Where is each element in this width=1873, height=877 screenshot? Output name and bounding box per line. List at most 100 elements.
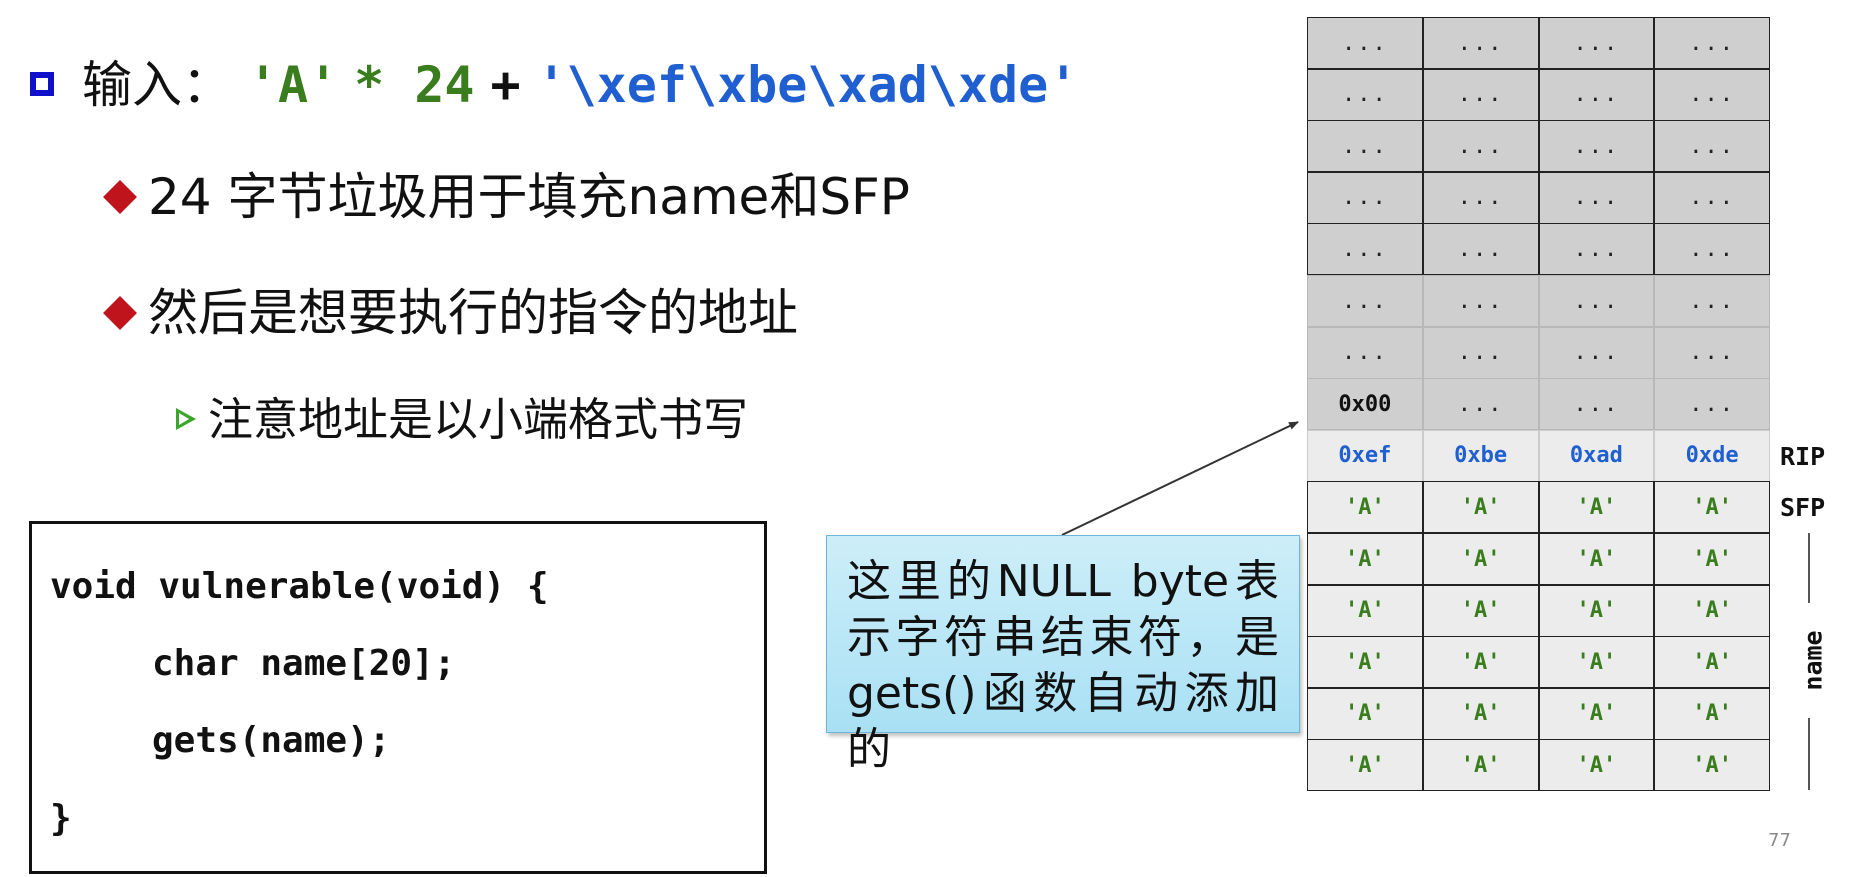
code-line: gets(name);: [152, 720, 391, 761]
stack-cell: ...: [1538, 120, 1655, 173]
stack-cell: ...: [1307, 171, 1423, 224]
stack-cell: ...: [1538, 17, 1655, 69]
stack-cell: 0xde: [1654, 429, 1770, 482]
stack-cell: 'A': [1538, 533, 1655, 585]
stack-row: 'A' 'A' 'A' 'A': [1307, 584, 1770, 637]
stack-cell: ...: [1307, 120, 1423, 173]
sub-bullet-1-text: 24 字节垃圾用于填充name和SFP: [148, 168, 910, 226]
stack-cell: ...: [1422, 17, 1539, 69]
stack-cell: ...: [1307, 17, 1423, 69]
input-part-times: * 24: [354, 56, 475, 114]
stack-cell: ...: [1307, 326, 1423, 379]
code-box: void vulnerable(void) { char name[20]; g…: [29, 521, 767, 874]
stack-cell: ...: [1538, 275, 1655, 327]
stack-cell: 'A': [1422, 481, 1539, 534]
stack-cell: ...: [1654, 68, 1770, 121]
stack-row: 'A' 'A' 'A' 'A': [1307, 636, 1770, 689]
stack-row: ............: [1307, 68, 1770, 121]
diamond-bullet-icon: [103, 296, 137, 330]
stack-cell: ...: [1422, 120, 1539, 173]
stack-cell: 'A': [1654, 584, 1770, 637]
stack-cell: ...: [1654, 275, 1770, 327]
subsub-bullet-1-text: 注意地址是以小端格式书写: [208, 393, 749, 446]
stack-cell: ...: [1307, 223, 1423, 276]
diamond-bullet-icon: [103, 180, 137, 214]
stack-cell: 0x00: [1307, 378, 1423, 431]
stack-cell: ...: [1422, 68, 1539, 121]
stack-row: 0x00.........: [1307, 378, 1770, 431]
stack-cell: ...: [1422, 326, 1539, 379]
page-number: 77: [1768, 830, 1791, 851]
stack-cell: 0xbe: [1422, 429, 1539, 482]
stack-cell: ...: [1422, 171, 1539, 224]
stack-row: 'A' 'A' 'A' 'A': [1307, 533, 1770, 585]
stack-row: ............: [1307, 17, 1770, 69]
stack-row: ............: [1307, 275, 1770, 327]
stack-row: 0xef 0xbe 0xad 0xde: [1307, 429, 1770, 482]
code-line: char name[20];: [152, 643, 456, 684]
rip-label: RIP: [1780, 442, 1826, 471]
name-bracket-line: [1808, 718, 1810, 790]
stack-cell: 'A': [1422, 739, 1539, 792]
input-part-char: 'A': [247, 56, 339, 114]
stack-memory-grid: ........................................…: [1307, 17, 1770, 792]
stack-cell: ...: [1538, 171, 1655, 224]
stack-cell: 'A': [1654, 687, 1770, 740]
stack-cell: ...: [1307, 68, 1423, 121]
stack-row: ............: [1307, 120, 1770, 173]
stack-row: ............: [1307, 171, 1770, 224]
stack-cell: 'A': [1422, 687, 1539, 740]
null-byte-callout: 这里的NULL byte表示字符串结束符，是gets()函数自动添加的: [826, 535, 1300, 775]
sfp-label: SFP: [1780, 493, 1826, 522]
stack-row: ............: [1307, 326, 1770, 379]
stack-cell: 'A': [1307, 636, 1423, 689]
stack-cell: ...: [1538, 223, 1655, 276]
stack-cell: ...: [1307, 275, 1423, 327]
stack-cell: 'A': [1654, 481, 1770, 534]
stack-cell: ...: [1654, 223, 1770, 276]
stack-cell: ...: [1654, 378, 1770, 431]
stack-cell: 'A': [1538, 687, 1655, 740]
stack-cell: 'A': [1422, 533, 1539, 585]
code-line: }: [50, 798, 72, 839]
stack-cell: 'A': [1538, 636, 1655, 689]
stack-row: ............: [1307, 223, 1770, 276]
stack-cell: 'A': [1307, 687, 1423, 740]
name-label: name: [1778, 610, 1848, 710]
stack-cell: 'A': [1307, 739, 1423, 792]
stack-cell: 'A': [1654, 636, 1770, 689]
input-text: 输入： 'A' * 24 + '\xef\xbe\xad\xde': [82, 50, 1078, 120]
name-label-text: name: [1798, 629, 1828, 691]
arrow-bullet-icon: [176, 408, 196, 430]
stack-cell: 'A': [1654, 739, 1770, 792]
stack-row: 'A' 'A' 'A' 'A': [1307, 481, 1770, 534]
stack-cell: ...: [1654, 120, 1770, 173]
stack-cell: 'A': [1538, 481, 1655, 534]
stack-cell: ...: [1538, 326, 1655, 379]
stack-cell: ...: [1654, 17, 1770, 69]
input-part-plus: +: [490, 56, 521, 114]
stack-cell: ...: [1422, 378, 1539, 431]
stack-cell: 'A': [1538, 584, 1655, 637]
stack-cell: 0xad: [1538, 429, 1655, 482]
stack-cell: 'A': [1307, 533, 1423, 585]
callout-text: 这里的NULL byte表示字符串结束符，是gets()函数自动添加的: [847, 556, 1279, 775]
stack-cell: ...: [1654, 171, 1770, 224]
slide: 输入： 'A' * 24 + '\xef\xbe\xad\xde' 24 字节垃…: [0, 0, 1873, 877]
stack-cell: 'A': [1307, 584, 1423, 637]
stack-cell: ...: [1654, 326, 1770, 379]
stack-cell: ...: [1422, 223, 1539, 276]
input-part-address: '\xef\xbe\xad\xde': [536, 56, 1079, 114]
stack-cell: 'A': [1422, 584, 1539, 637]
sub-bullet-2-text: 然后是想要执行的指令的地址: [148, 284, 798, 342]
stack-cell: 'A': [1538, 739, 1655, 792]
code-line: void vulnerable(void) {: [50, 566, 549, 607]
stack-row: 'A' 'A' 'A' 'A': [1307, 687, 1770, 740]
stack-cell: ...: [1538, 68, 1655, 121]
name-bracket-line: [1808, 533, 1810, 603]
stack-cell: 'A': [1654, 533, 1770, 585]
stack-cell: 0xef: [1307, 429, 1423, 482]
stack-cell: 'A': [1422, 636, 1539, 689]
input-label: 输入：: [82, 56, 232, 114]
stack-row: 'A' 'A' 'A' 'A': [1307, 739, 1770, 792]
